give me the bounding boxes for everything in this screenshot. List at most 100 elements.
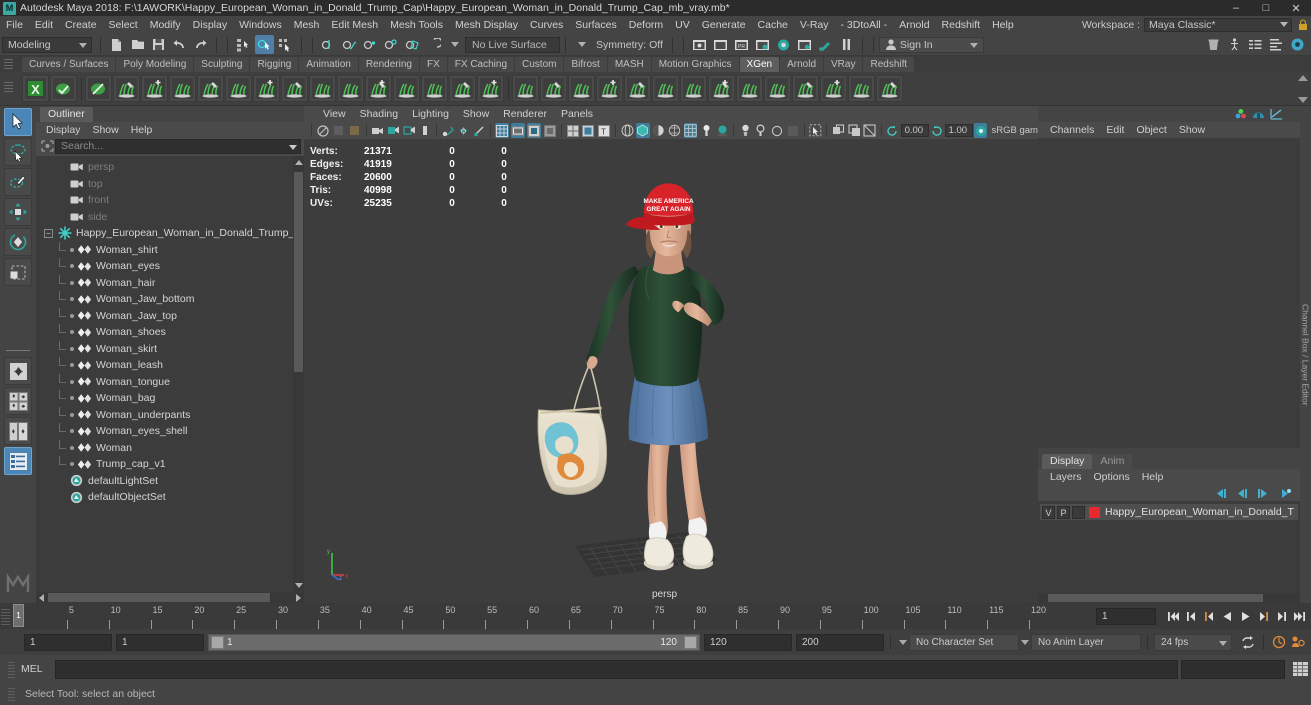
time-slider-grip[interactable] — [1, 607, 10, 625]
snap-to-grid-icon[interactable] — [319, 35, 338, 54]
outliner-item-woman-jaw-bottom[interactable]: Woman_Jaw_bottom — [36, 291, 304, 308]
tab-display-layers[interactable]: Display — [1042, 454, 1093, 469]
play-backwards-icon[interactable] — [1219, 607, 1235, 625]
outliner-horizontal-scrollbar[interactable] — [36, 592, 304, 603]
outliner-item-woman-underpants[interactable]: Woman_underpants — [36, 406, 304, 424]
layer-playback-toggle[interactable]: P — [1057, 505, 1070, 519]
outliner-item-woman-jaw-top[interactable]: Woman_Jaw_top — [36, 307, 304, 325]
range-end-time-field[interactable]: 120 — [704, 633, 792, 651]
shelf-icon-10[interactable] — [281, 75, 308, 102]
shelf-icon-23[interactable] — [652, 75, 679, 102]
viewport-menu-show[interactable]: Show — [456, 106, 496, 122]
image-plane-icon[interactable] — [418, 123, 432, 138]
outliner-item-woman-bag[interactable]: Woman_bag — [36, 390, 304, 407]
two-sided-lighting-icon[interactable] — [386, 123, 400, 138]
shelf-row-grip[interactable] — [4, 82, 13, 92]
shelf-icon-25[interactable] — [708, 75, 735, 102]
layer-color-swatch[interactable] — [1089, 506, 1100, 518]
outliner-tree[interactable]: persp top front side − Happy_European_Woman_i… — [36, 156, 304, 592]
editor-left-icon[interactable] — [1204, 35, 1223, 54]
pause-icon[interactable] — [837, 35, 856, 54]
step-back-frame-icon[interactable] — [1201, 607, 1217, 625]
menu-arnold[interactable]: Arnold — [893, 16, 935, 34]
shelf-icon-29[interactable] — [820, 75, 847, 102]
shelf-tab-poly-modeling[interactable]: Poly Modeling — [116, 57, 194, 72]
current-time-indicator[interactable]: 1 — [13, 604, 24, 627]
tab-outliner[interactable]: Outliner — [40, 107, 93, 122]
playback-speed-dropdown[interactable]: 24 fps — [1154, 633, 1232, 651]
layer-menu-help[interactable]: Help — [1136, 469, 1170, 485]
layer-display-type-toggle[interactable] — [1072, 505, 1085, 519]
camera-icon[interactable] — [370, 123, 384, 138]
redo-icon[interactable] — [191, 35, 210, 54]
new-scene-icon[interactable] — [107, 35, 126, 54]
go-to-start-icon[interactable] — [1165, 607, 1181, 625]
outliner-item-woman-eyes[interactable]: Woman_eyes — [36, 258, 304, 275]
outliner-item-front[interactable]: front — [36, 192, 304, 209]
viewport-menu-renderer[interactable]: Renderer — [496, 106, 554, 122]
auto-keyframe-icon[interactable] — [1271, 633, 1287, 651]
single-perspective-view-layout[interactable] — [4, 357, 32, 385]
command-output-field[interactable] — [1181, 659, 1285, 679]
character-set-dropdown-arrow[interactable] — [897, 634, 909, 651]
outliner-item-woman-shoes[interactable]: Woman_shoes — [36, 324, 304, 341]
outliner-menu-help[interactable]: Help — [125, 122, 159, 138]
isolate-select-icon[interactable] — [808, 123, 822, 138]
camera-bookmark-icon[interactable] — [402, 123, 416, 138]
layer-next-icon[interactable] — [1256, 486, 1271, 500]
shelf-icon-26[interactable] — [736, 75, 763, 102]
editor-right-icon[interactable] — [1225, 35, 1244, 54]
step-forward-frame-icon[interactable] — [1255, 607, 1271, 625]
playback-loop-icon[interactable] — [1240, 633, 1256, 651]
gamma-value[interactable]: 1.00 — [944, 124, 973, 137]
shelf-icon-27[interactable] — [764, 75, 791, 102]
command-input-wrap[interactable] — [55, 659, 1178, 679]
xray-joints-icon[interactable] — [636, 123, 650, 138]
snap-to-projected-center-icon[interactable] — [382, 35, 401, 54]
film-gate-icon[interactable] — [457, 123, 471, 138]
outliner-item-woman[interactable]: Woman — [36, 439, 304, 457]
layer-row[interactable]: V P Happy_European_Woman_in_Donald_T — [1040, 504, 1298, 520]
live-surface-dropdown-arrow[interactable] — [445, 35, 464, 54]
menu-mesh-tools[interactable]: Mesh Tools — [384, 16, 449, 34]
render-view-icon[interactable] — [774, 35, 793, 54]
search-input[interactable] — [56, 140, 300, 152]
scroll-thumb[interactable] — [1048, 594, 1263, 602]
menu-help[interactable]: Help — [986, 16, 1020, 34]
menu-uv[interactable]: UV — [669, 16, 696, 34]
two-pane-side-by-side-layout[interactable] — [4, 417, 32, 445]
light-icon-3[interactable] — [770, 123, 784, 138]
scroll-up-icon[interactable] — [294, 158, 303, 167]
menu-mesh[interactable]: Mesh — [288, 16, 326, 34]
render-settings-icon[interactable]: PR — [732, 35, 751, 54]
play-forwards-icon[interactable] — [1237, 607, 1253, 625]
shelf-scroll-arrows[interactable] — [1297, 75, 1309, 103]
shelf-tab-custom[interactable]: Custom — [515, 57, 564, 72]
time-slider-track[interactable]: 1 5 10 15 20 25 30 35 40 45 50 55 60 65 70 75 80 85 90 95 1… — [11, 603, 1092, 629]
paint-select-tool[interactable] — [4, 168, 32, 196]
wireframe-shading-icon[interactable] — [495, 123, 510, 138]
shelf-icon-5[interactable] — [141, 75, 168, 102]
flat-shade-icon[interactable] — [543, 123, 557, 138]
minimize-icon[interactable]: – — [1221, 0, 1251, 16]
menu-set-dropdown[interactable]: Modeling — [2, 36, 92, 53]
search-input-wrap[interactable] — [55, 138, 301, 154]
menu-edit[interactable]: Edit — [29, 16, 59, 34]
channelbox-menu-object[interactable]: Object — [1130, 122, 1172, 138]
shelf-tab-fx-caching[interactable]: FX Caching — [447, 57, 515, 72]
shelf-tab-mash[interactable]: MASH — [607, 57, 651, 72]
shelf-icon-3[interactable] — [85, 75, 112, 102]
shelf-icon-31[interactable] — [876, 75, 903, 102]
menu-generate[interactable]: Generate — [696, 16, 752, 34]
shelf-icon-21[interactable] — [596, 75, 623, 102]
menu-mesh-display[interactable]: Mesh Display — [449, 16, 524, 34]
character-set-field[interactable]: No Character Set — [909, 633, 1019, 651]
rotate-tool[interactable] — [4, 228, 32, 256]
maximize-icon[interactable]: □ — [1251, 0, 1281, 16]
shelf-tab-sculpting[interactable]: Sculpting — [194, 57, 250, 72]
viewport-menu-shading[interactable]: Shading — [353, 106, 406, 122]
layer-list[interactable]: V P Happy_European_Woman_in_Donald_T — [1038, 501, 1300, 593]
use-default-material-icon[interactable]: T — [597, 123, 611, 138]
menu-display[interactable]: Display — [187, 16, 233, 34]
anim-layer-field[interactable]: No Anim Layer — [1031, 633, 1141, 651]
